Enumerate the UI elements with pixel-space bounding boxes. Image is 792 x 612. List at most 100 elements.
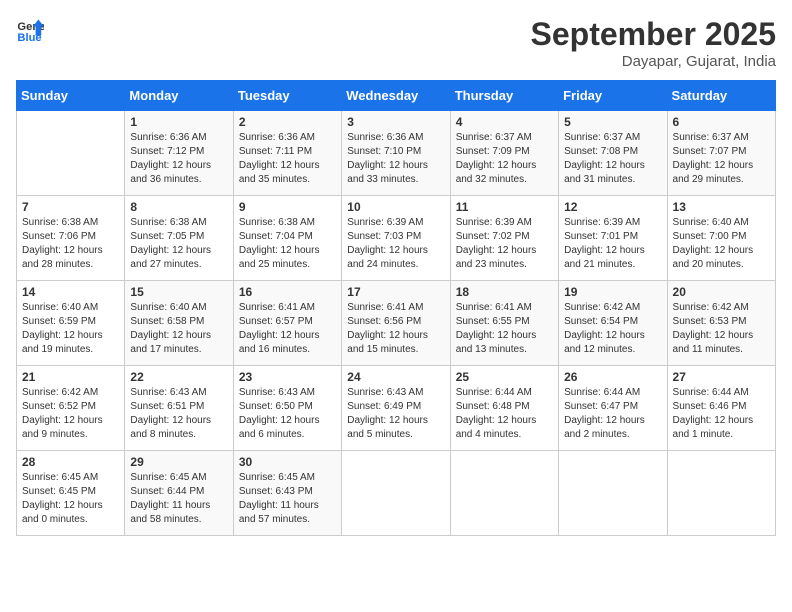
calendar-cell: 9Sunrise: 6:38 AMSunset: 7:04 PMDaylight… xyxy=(233,196,341,281)
calendar-cell: 15 Sunrise: 6:40 AMSunset: 6:58 PMDayligh… xyxy=(125,281,233,366)
day-info: Sunrise: 6:40 AMSunset: 6:59 PMDaylight:… xyxy=(22,301,119,357)
day-number: 18 xyxy=(456,285,553,299)
day-number: 28 xyxy=(22,455,119,469)
day-number: 19 xyxy=(564,285,661,299)
calendar-cell: 26 Sunrise: 6:44 AMSunset: 6:47 PMDayligh… xyxy=(559,366,667,451)
day-info: Sunrise: 6:36 AMSunset: 7:11 PMDaylight:… xyxy=(239,131,336,187)
calendar-cell: 17 Sunrise: 6:41 AMSunset: 6:56 PMDayligh… xyxy=(342,281,450,366)
calendar-title: September 2025 xyxy=(531,16,776,53)
calendar-cell: 10Sunrise: 6:39 AMSunset: 7:03 PMDayligh… xyxy=(342,196,450,281)
weekday-header-tuesday: Tuesday xyxy=(233,81,341,111)
day-number: 12 xyxy=(564,200,661,214)
day-number: 3 xyxy=(347,115,444,129)
day-info: Sunrise: 6:43 AMSunset: 6:49 PMDaylight:… xyxy=(347,386,444,442)
weekday-header-saturday: Saturday xyxy=(667,81,775,111)
day-info: Sunrise: 6:41 AMSunset: 6:57 PMDaylight:… xyxy=(239,301,336,357)
day-number: 22 xyxy=(130,370,227,384)
calendar-cell: 6Sunrise: 6:37 AMSunset: 7:07 PMDaylight… xyxy=(667,111,775,196)
calendar-cell: 25Sunrise: 6:44 AMSunset: 6:48 PMDayligh… xyxy=(450,366,558,451)
day-info: Sunrise: 6:39 AMSunset: 7:01 PMDaylight:… xyxy=(564,216,661,272)
day-number: 1 xyxy=(130,115,227,129)
calendar-cell: 19Sunrise: 6:42 AMSunset: 6:54 PMDayligh… xyxy=(559,281,667,366)
day-number: 10 xyxy=(347,200,444,214)
day-number: 2 xyxy=(239,115,336,129)
calendar-week-row: 1 Sunrise: 6:36 AMSunset: 7:12 PMDaylight… xyxy=(17,111,776,196)
calendar-cell xyxy=(667,451,775,536)
day-number: 27 xyxy=(673,370,770,384)
day-info: Sunrise: 6:38 AMSunset: 7:05 PMDaylight:… xyxy=(130,216,227,272)
day-info: Sunrise: 6:39 AMSunset: 7:02 PMDaylight:… xyxy=(456,216,553,272)
day-info: Sunrise: 6:44 AMSunset: 6:47 PMDaylight:… xyxy=(564,386,661,442)
day-number: 26 xyxy=(564,370,661,384)
day-number: 21 xyxy=(22,370,119,384)
day-info: Sunrise: 6:37 AMSunset: 7:07 PMDaylight:… xyxy=(673,131,770,187)
day-info: Sunrise: 6:44 AMSunset: 6:48 PMDaylight:… xyxy=(456,386,553,442)
day-number: 11 xyxy=(456,200,553,214)
calendar-cell: 8 Sunrise: 6:38 AMSunset: 7:05 PMDaylight… xyxy=(125,196,233,281)
calendar-cell: 22 Sunrise: 6:43 AMSunset: 6:51 PMDayligh… xyxy=(125,366,233,451)
calendar-table: SundayMondayTuesdayWednesdayThursdayFrid… xyxy=(16,80,776,536)
calendar-week-row: 28 Sunrise: 6:45 AMSunset: 6:45 PMDayligh… xyxy=(17,451,776,536)
day-info: Sunrise: 6:45 AMSunset: 6:43 PMDaylight:… xyxy=(239,471,336,527)
calendar-cell: 11 Sunrise: 6:39 AMSunset: 7:02 PMDayligh… xyxy=(450,196,558,281)
day-number: 7 xyxy=(22,200,119,214)
calendar-cell: 4 Sunrise: 6:37 AMSunset: 7:09 PMDaylight… xyxy=(450,111,558,196)
calendar-week-row: 21 Sunrise: 6:42 AMSunset: 6:52 PMDayligh… xyxy=(17,366,776,451)
calendar-cell: 27 Sunrise: 6:44 AMSunset: 6:46 PMDayligh… xyxy=(667,366,775,451)
calendar-cell: 14 Sunrise: 6:40 AMSunset: 6:59 PMDayligh… xyxy=(17,281,125,366)
day-info: Sunrise: 6:41 AMSunset: 6:56 PMDaylight:… xyxy=(347,301,444,357)
day-number: 17 xyxy=(347,285,444,299)
day-number: 23 xyxy=(239,370,336,384)
calendar-cell: 13 Sunrise: 6:40 AMSunset: 7:00 PMDayligh… xyxy=(667,196,775,281)
calendar-week-row: 14 Sunrise: 6:40 AMSunset: 6:59 PMDayligh… xyxy=(17,281,776,366)
calendar-cell: 1 Sunrise: 6:36 AMSunset: 7:12 PMDaylight… xyxy=(125,111,233,196)
day-info: Sunrise: 6:42 AMSunset: 6:53 PMDaylight:… xyxy=(673,301,770,357)
calendar-cell xyxy=(342,451,450,536)
calendar-week-row: 7 Sunrise: 6:38 AMSunset: 7:06 PMDaylight… xyxy=(17,196,776,281)
calendar-cell: 23Sunrise: 6:43 AMSunset: 6:50 PMDayligh… xyxy=(233,366,341,451)
calendar-cell: 18 Sunrise: 6:41 AMSunset: 6:55 PMDayligh… xyxy=(450,281,558,366)
day-number: 5 xyxy=(564,115,661,129)
weekday-header-thursday: Thursday xyxy=(450,81,558,111)
calendar-cell: 20Sunrise: 6:42 AMSunset: 6:53 PMDayligh… xyxy=(667,281,775,366)
day-info: Sunrise: 6:37 AMSunset: 7:08 PMDaylight:… xyxy=(564,131,661,187)
day-number: 8 xyxy=(130,200,227,214)
day-number: 15 xyxy=(130,285,227,299)
calendar-cell: 30 Sunrise: 6:45 AMSunset: 6:43 PMDayligh… xyxy=(233,451,341,536)
calendar-cell: 7 Sunrise: 6:38 AMSunset: 7:06 PMDaylight… xyxy=(17,196,125,281)
day-number: 30 xyxy=(239,455,336,469)
day-info: Sunrise: 6:36 AMSunset: 7:12 PMDaylight:… xyxy=(130,131,227,187)
calendar-cell: 3 Sunrise: 6:36 AMSunset: 7:10 PMDaylight… xyxy=(342,111,450,196)
calendar-cell: 16 Sunrise: 6:41 AMSunset: 6:57 PMDayligh… xyxy=(233,281,341,366)
calendar-cell: 29Sunrise: 6:45 AMSunset: 6:44 PMDayligh… xyxy=(125,451,233,536)
calendar-cell xyxy=(450,451,558,536)
title-block: September 2025 Dayapar, Gujarat, India xyxy=(531,16,776,70)
page-header: General Blue September 2025 Dayapar, Guj… xyxy=(16,16,776,70)
day-number: 4 xyxy=(456,115,553,129)
calendar-cell xyxy=(17,111,125,196)
day-info: Sunrise: 6:41 AMSunset: 6:55 PMDaylight:… xyxy=(456,301,553,357)
day-info: Sunrise: 6:45 AMSunset: 6:45 PMDaylight:… xyxy=(22,471,119,527)
day-info: Sunrise: 6:37 AMSunset: 7:09 PMDaylight:… xyxy=(456,131,553,187)
calendar-cell xyxy=(559,451,667,536)
day-info: Sunrise: 6:43 AMSunset: 6:51 PMDaylight:… xyxy=(130,386,227,442)
day-info: Sunrise: 6:38 AMSunset: 7:04 PMDaylight:… xyxy=(239,216,336,272)
logo-icon: General Blue xyxy=(16,16,44,44)
day-number: 13 xyxy=(673,200,770,214)
day-number: 16 xyxy=(239,285,336,299)
day-number: 29 xyxy=(130,455,227,469)
weekday-header-friday: Friday xyxy=(559,81,667,111)
day-info: Sunrise: 6:42 AMSunset: 6:52 PMDaylight:… xyxy=(22,386,119,442)
day-number: 24 xyxy=(347,370,444,384)
calendar-cell: 24 Sunrise: 6:43 AMSunset: 6:49 PMDayligh… xyxy=(342,366,450,451)
calendar-subtitle: Dayapar, Gujarat, India xyxy=(531,53,776,70)
weekday-header-sunday: Sunday xyxy=(17,81,125,111)
day-number: 14 xyxy=(22,285,119,299)
day-info: Sunrise: 6:38 AMSunset: 7:06 PMDaylight:… xyxy=(22,216,119,272)
calendar-cell: 21 Sunrise: 6:42 AMSunset: 6:52 PMDayligh… xyxy=(17,366,125,451)
day-info: Sunrise: 6:36 AMSunset: 7:10 PMDaylight:… xyxy=(347,131,444,187)
day-info: Sunrise: 6:40 AMSunset: 7:00 PMDaylight:… xyxy=(673,216,770,272)
calendar-cell: 5 Sunrise: 6:37 AMSunset: 7:08 PMDaylight… xyxy=(559,111,667,196)
day-info: Sunrise: 6:44 AMSunset: 6:46 PMDaylight:… xyxy=(673,386,770,442)
day-info: Sunrise: 6:40 AMSunset: 6:58 PMDaylight:… xyxy=(130,301,227,357)
